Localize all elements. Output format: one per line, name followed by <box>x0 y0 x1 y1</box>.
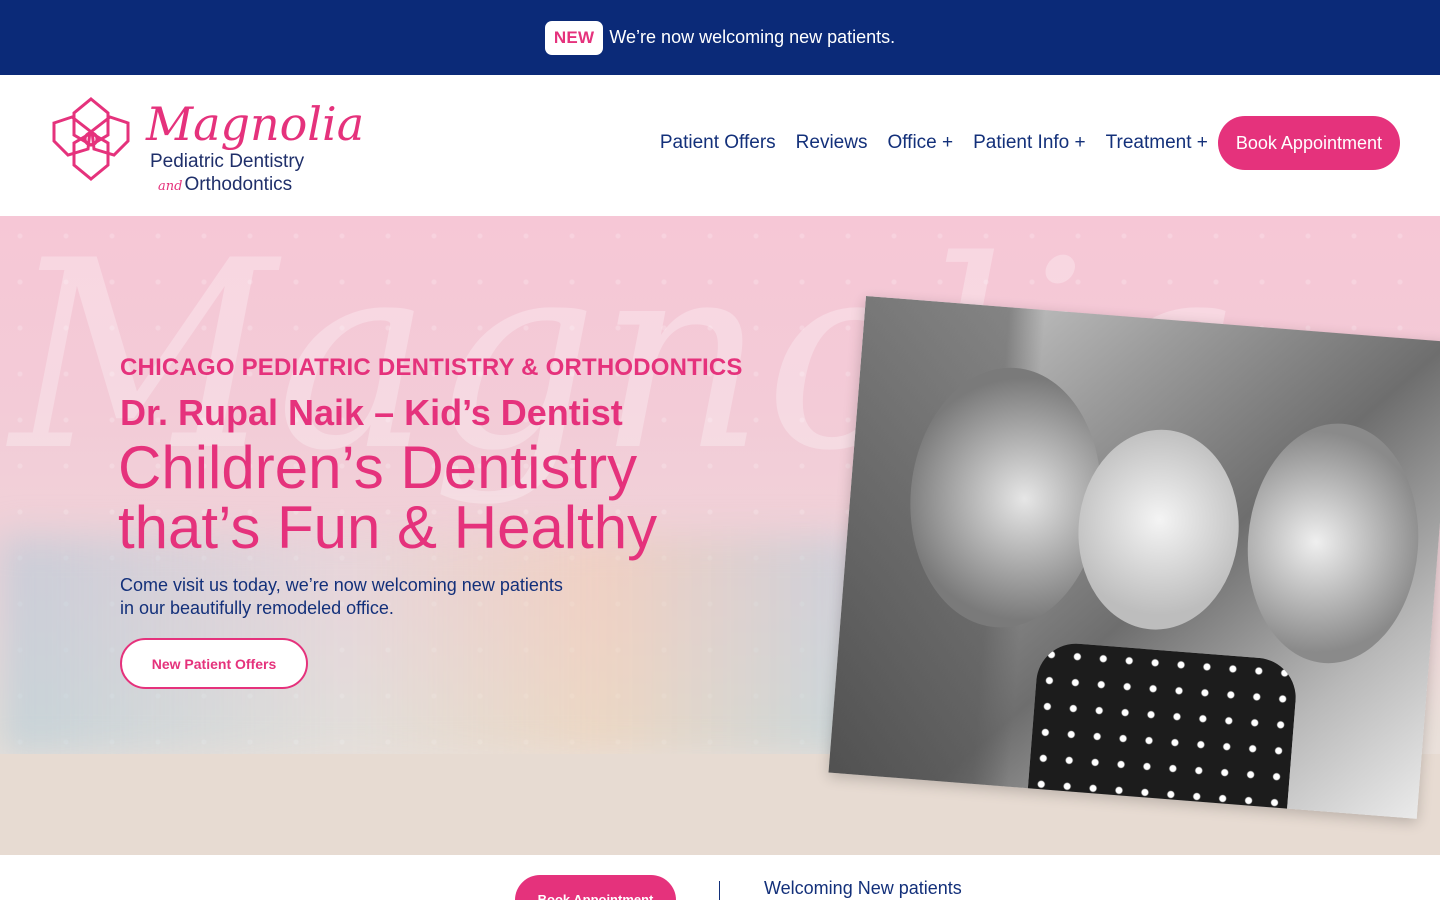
announcement-bar: NEW We’re now welcoming new patients. <box>0 0 1440 75</box>
welcoming-new-patients-text: Welcoming New patients <box>764 878 962 898</box>
logo-line-1: Pediatric Dentistry <box>150 151 305 172</box>
nav-treatment[interactable]: Treatment + <box>1106 132 1208 154</box>
announcement-message: We’re now welcoming new patients. <box>609 27 896 47</box>
hero-headline: Children’s Dentistry that’s Fun & Health… <box>118 438 657 558</box>
book-appointment-button[interactable]: Book Appointment <box>1217 116 1400 170</box>
nav-patient-offers[interactable]: Patient Offers <box>660 132 776 154</box>
new-patient-offers-button[interactable]: New Patient Offers <box>120 638 308 689</box>
logo-line-2: and Orthodontics <box>158 174 292 196</box>
site-logo[interactable]: Magnolia Pediatric Dentistry and Orthodon… <box>50 93 364 203</box>
bottom-strip: Book Appointment Welcoming New patients <box>0 855 1440 900</box>
site-header: Magnolia Pediatric Dentistry and Orthodon… <box>0 75 1440 216</box>
hero-headline-line-2: that’s Fun & Healthy <box>118 494 658 561</box>
nav-reviews[interactable]: Reviews <box>796 132 868 154</box>
bottom-divider <box>719 881 720 900</box>
hero-subtext: Come visit us today, we’re now welcoming… <box>120 574 563 620</box>
bottom-book-appointment-button[interactable]: Book Appointment <box>515 875 676 900</box>
hero-section: Magnolia CHICAGO PEDIATRIC DENTISTRY & O… <box>0 216 1440 855</box>
nav-office[interactable]: Office + <box>887 132 953 154</box>
photo-right-face <box>1238 417 1428 670</box>
magnolia-flower-icon <box>52 97 130 181</box>
hero-doctor-name: Dr. Rupal Naik – Kid’s Dentist <box>120 392 623 433</box>
hero-headline-line-1: Children’s Dentistry <box>118 434 638 501</box>
main-nav: Patient Offers Reviews Office + Patient … <box>660 116 1400 170</box>
hero-eyebrow: CHICAGO PEDIATRIC DENTISTRY & ORTHODONTI… <box>120 354 743 381</box>
logo-script-name: Magnolia <box>146 97 365 151</box>
hero-subtext-line-2: in our beautifully remodeled office. <box>120 598 394 618</box>
hero-subtext-line-1: Come visit us today, we’re now welcoming… <box>120 575 563 595</box>
hero-family-photo <box>828 296 1440 819</box>
new-badge: NEW <box>544 20 604 55</box>
nav-patient-info[interactable]: Patient Info + <box>973 132 1086 154</box>
logo-line-2-text: Orthodontics <box>184 174 293 195</box>
logo-and: and <box>158 179 183 194</box>
